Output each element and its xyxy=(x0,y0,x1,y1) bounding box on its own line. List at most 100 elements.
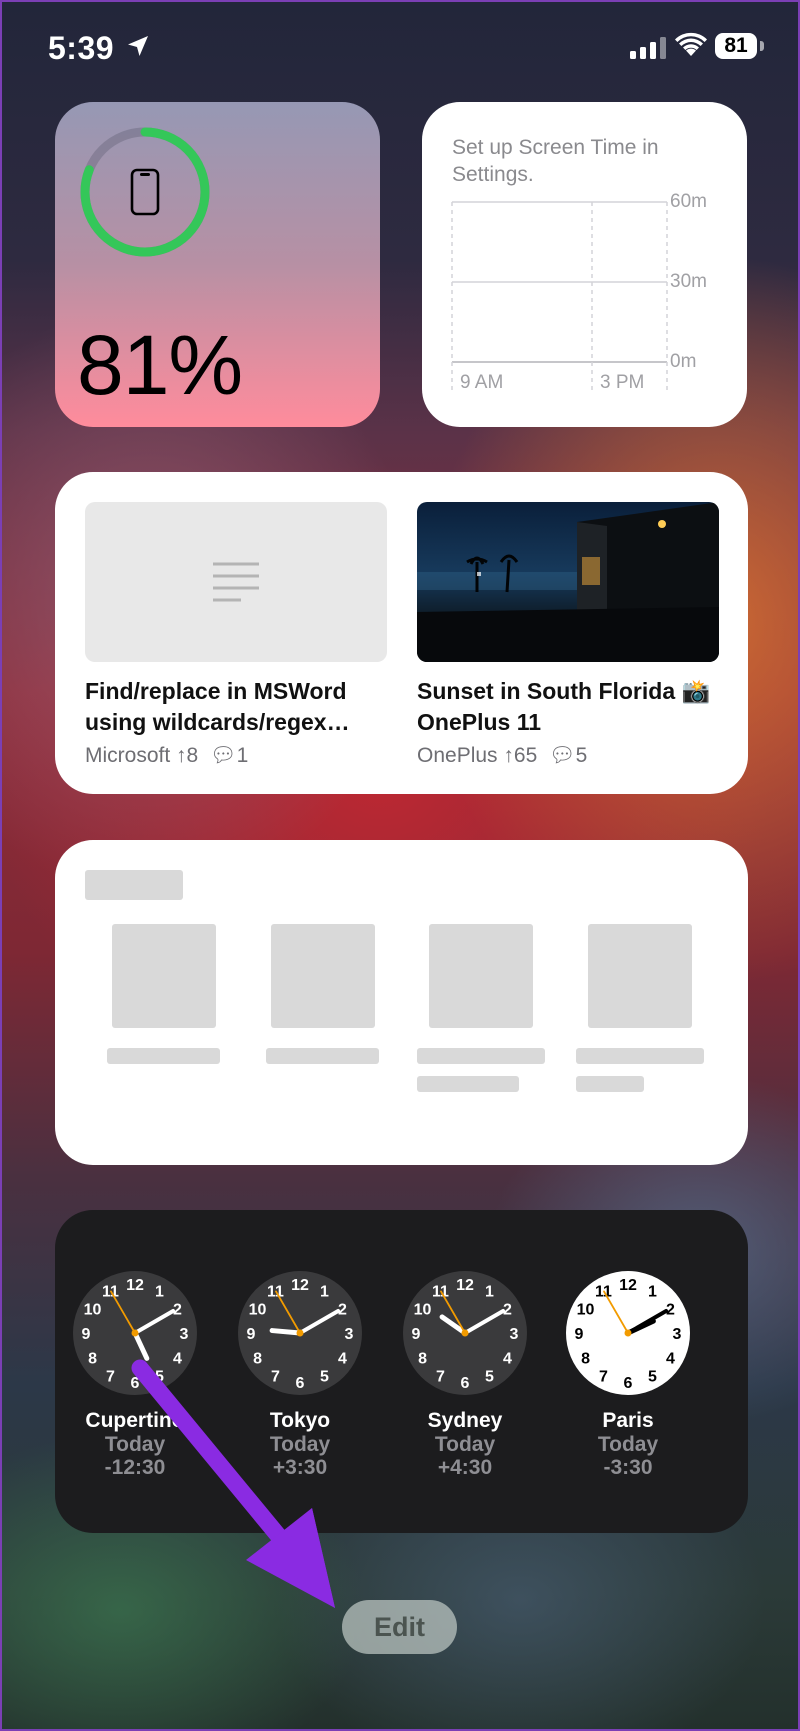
battery-cap xyxy=(760,41,764,51)
clock-numeral: 10 xyxy=(414,1302,432,1319)
clock-numeral: 5 xyxy=(485,1368,494,1385)
battery-ring xyxy=(80,127,210,257)
clock-city: Paris xyxy=(602,1409,654,1432)
comment-icon: 💬︎ xyxy=(543,744,576,767)
placeholder-tile xyxy=(588,924,692,1028)
placeholder-line xyxy=(107,1048,220,1064)
post-card[interactable]: Sunset in South Florida 📸 OnePlus 11 One… xyxy=(417,502,719,768)
placeholder-line xyxy=(417,1076,519,1092)
upvote-icon: ↑ xyxy=(503,744,514,767)
clock-numeral: 4 xyxy=(503,1351,512,1368)
clock-numeral: 8 xyxy=(581,1351,590,1368)
comment-count: 5 xyxy=(575,744,588,767)
clock-numeral: 6 xyxy=(624,1375,633,1392)
clock-numeral: 3 xyxy=(673,1326,682,1343)
clock-numeral: 12 xyxy=(291,1277,309,1294)
post-card[interactable]: Find/replace in MSWord using wildcards/r… xyxy=(85,502,387,768)
clock-numeral: 5 xyxy=(648,1368,657,1385)
hour-hand xyxy=(269,1328,303,1336)
clock-day: Today xyxy=(434,1433,496,1456)
clock-numeral: 8 xyxy=(88,1351,97,1368)
clock-numeral: 4 xyxy=(173,1351,182,1368)
clock-numeral: 4 xyxy=(666,1351,675,1368)
clock-numeral: 9 xyxy=(575,1326,584,1343)
edit-button[interactable]: Edit xyxy=(342,1600,457,1654)
clock-numeral: 5 xyxy=(320,1368,329,1385)
sunset-photo xyxy=(417,502,719,662)
placeholder-line xyxy=(266,1048,379,1064)
clock-tokyo[interactable]: 1 2 3 4 5 6 7 8 9 10 11 12 Tokyo Today +3:30 xyxy=(220,1268,380,1479)
iphone-icon xyxy=(130,168,160,216)
placeholder-line xyxy=(417,1048,545,1064)
post-meta: Microsoft ↑8 💬︎1 xyxy=(85,744,387,768)
clock-numeral: 7 xyxy=(599,1368,608,1385)
clock-sydney[interactable]: 1 2 3 4 5 6 7 8 9 10 11 12 Sydney Today +4:30 xyxy=(385,1268,545,1479)
clock-cupertino[interactable]: 1 2 3 4 5 6 7 8 9 10 11 12 Cupertino Today -12:30 xyxy=(55,1268,215,1479)
wifi-icon xyxy=(675,32,707,56)
placeholder-tile xyxy=(429,924,533,1028)
comment-icon: 💬︎ xyxy=(204,744,237,767)
clock-offset: -3:30 xyxy=(603,1456,653,1479)
world-clock-widget[interactable]: 1 2 3 4 5 6 7 8 9 10 11 12 Cupertino Today -12:30 1… xyxy=(55,1210,748,1533)
clock-numeral: 8 xyxy=(253,1351,262,1368)
clock-numeral: 1 xyxy=(155,1284,164,1301)
screen-time-widget[interactable]: Set up Screen Time in Settings. 60m 30m … xyxy=(422,102,747,427)
clock-numeral: 9 xyxy=(412,1326,421,1343)
battery-percent: 81% xyxy=(77,318,243,412)
posts-widget[interactable]: Find/replace in MSWord using wildcards/r… xyxy=(55,472,748,794)
clock-center-pin xyxy=(461,1329,469,1337)
clock-numeral: 10 xyxy=(84,1302,102,1319)
placeholder-tile xyxy=(112,924,216,1028)
clock-numeral: 7 xyxy=(106,1368,115,1385)
y-label-30m: 30m xyxy=(670,271,707,292)
clock-city: Cupertino xyxy=(85,1409,185,1432)
post-thumbnail-photo xyxy=(417,502,719,662)
post-community: Microsoft xyxy=(85,744,171,767)
clock-numeral: 12 xyxy=(126,1277,144,1294)
y-label-60m: 60m xyxy=(670,191,707,212)
location-arrow-icon xyxy=(128,36,148,56)
clock-paris[interactable]: 1 2 3 4 5 6 7 8 9 10 11 12 Paris Today -3:30 xyxy=(548,1268,708,1479)
status-time: 5:39 xyxy=(48,30,115,66)
clock-numeral: 6 xyxy=(131,1375,140,1392)
clock-offset: +4:30 xyxy=(437,1456,493,1479)
clock-numeral: 6 xyxy=(296,1375,305,1392)
clock-center-pin xyxy=(624,1329,632,1337)
upvote-count: 8 xyxy=(186,744,199,767)
x-label-9am: 9 AM xyxy=(460,372,504,393)
clock-center-pin xyxy=(131,1329,139,1337)
clock-numeral: 1 xyxy=(485,1284,494,1301)
upvote-icon: ↑ xyxy=(176,744,187,767)
clock-numeral: 3 xyxy=(510,1326,519,1343)
clock-numeral: 3 xyxy=(345,1326,354,1343)
clock-day: Today xyxy=(597,1433,659,1456)
clock-numeral: 8 xyxy=(418,1351,427,1368)
clock-numeral: 12 xyxy=(619,1277,637,1294)
analog-clock-face: 1234567891011 12 xyxy=(73,1271,197,1395)
clock-numeral: 9 xyxy=(247,1326,256,1343)
clock-numeral: 7 xyxy=(271,1368,280,1385)
analog-clock-face: 1234567891011 12 xyxy=(566,1271,690,1395)
y-label-0m: 0m xyxy=(670,351,697,372)
post-community: OnePlus xyxy=(417,744,498,767)
loading-placeholder-widget[interactable] xyxy=(55,840,748,1165)
clock-numeral: 4 xyxy=(338,1351,347,1368)
clock-numeral: 9 xyxy=(82,1326,91,1343)
clock-numeral: 1 xyxy=(648,1284,657,1301)
analog-clock-face: 1234567891011 12 xyxy=(403,1271,527,1395)
clock-numeral: 6 xyxy=(461,1375,470,1392)
x-label-3pm: 3 PM xyxy=(600,372,645,393)
clock-numeral: 10 xyxy=(577,1302,595,1319)
placeholder-line xyxy=(576,1048,704,1064)
upvote-count: 65 xyxy=(513,744,538,767)
post-title: Sunset in South Florida 📸 OnePlus 11 xyxy=(417,678,711,735)
clock-offset: -12:30 xyxy=(104,1456,166,1479)
text-lines-icon xyxy=(213,562,259,602)
clock-day: Today xyxy=(104,1433,166,1456)
status-bar: 5:39 81 xyxy=(0,0,800,95)
placeholder-line xyxy=(576,1076,644,1092)
clock-numeral: 7 xyxy=(436,1368,445,1385)
batteries-widget[interactable]: 81% xyxy=(55,102,380,427)
clock-center-pin xyxy=(296,1329,304,1337)
analog-clock-face: 1234567891011 12 xyxy=(238,1271,362,1395)
